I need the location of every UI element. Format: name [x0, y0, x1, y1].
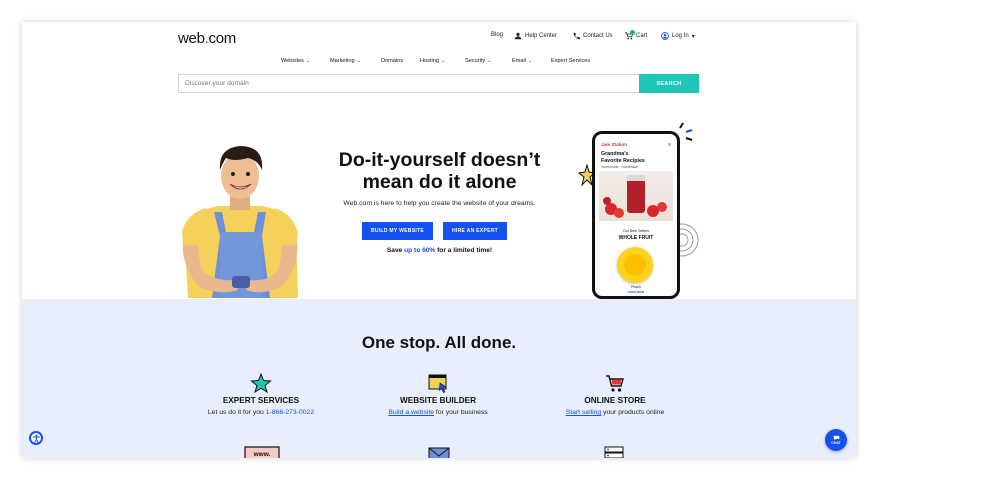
- feature-desc-prefix: Let us do it for you: [207, 409, 266, 416]
- accessibility-icon: [32, 434, 40, 443]
- nav-websites[interactable]: Websites ⌄: [281, 58, 310, 64]
- phone-recipe-title: Grandma's Favorite Recipies: [601, 151, 645, 164]
- phone-icon: [573, 32, 580, 40]
- hero-title-line2: mean do it alone: [362, 171, 517, 193]
- shopping-cart-icon: [606, 375, 624, 392]
- cart-label: Cart: [636, 33, 648, 39]
- chat-label: CHAT: [831, 441, 841, 445]
- build-my-website-button[interactable]: BUILD MY WEBSITE: [362, 222, 433, 240]
- build-a-website-link[interactable]: Build a website: [388, 409, 434, 416]
- cart-badge: [630, 30, 635, 35]
- contact-us-label: Contact Us: [583, 33, 613, 39]
- person-icon: [514, 32, 522, 40]
- peach-image: [617, 247, 653, 283]
- user-circle-icon: [661, 32, 669, 40]
- svg-text:www.: www.: [253, 451, 271, 458]
- feature-title: WEBSITE BUILDER: [400, 396, 476, 405]
- envelope-icon: [428, 447, 450, 458]
- nav-label: Security: [465, 58, 486, 64]
- blog-link[interactable]: Blog: [491, 32, 503, 38]
- phone-best-sellers: Our Best Sellers: [622, 229, 650, 233]
- contact-us-link[interactable]: Contact Us: [572, 32, 613, 40]
- concentric-circles-icon: [680, 223, 699, 257]
- feature-desc-suffix: for your business: [434, 409, 488, 416]
- feature-website-builder: WEBSITE BUILDER Build a website for your…: [343, 373, 533, 416]
- feature-description: Start selling your products online: [520, 409, 710, 416]
- hero-title-line1: Do-it-yourself doesn’t: [338, 149, 541, 171]
- domain-search-input[interactable]: [178, 74, 639, 93]
- feature-description: Build a website for your business: [343, 409, 533, 416]
- hamburger-icon: ≡: [668, 142, 671, 148]
- features-section: One stop. All done. EXPERT SERVICES Let …: [22, 299, 856, 458]
- feature-title: EXPERT SERVICES: [222, 396, 300, 405]
- browser-page: web.com Blog Help Center Contact Us Cart…: [22, 22, 856, 458]
- start-selling-link[interactable]: Start selling: [566, 409, 602, 416]
- phone-recipe-sub: Homemade · Handmade: [601, 165, 639, 169]
- promo-accent: up to 60%: [404, 247, 436, 254]
- nav-security[interactable]: Security ⌄: [465, 58, 491, 64]
- nav-label: Hosting: [420, 58, 439, 64]
- domain-search: SEARCH: [178, 74, 699, 93]
- nav-hosting[interactable]: Hosting ⌄: [420, 58, 445, 64]
- phone-recipe-line2: Favorite Recipies: [601, 157, 645, 164]
- server-icon: [604, 446, 624, 458]
- chevron-down-icon: ⌄: [487, 58, 492, 64]
- chat-button[interactable]: CHAT: [825, 429, 847, 451]
- promo-suffix: for a limited time!: [435, 247, 493, 254]
- logo[interactable]: web.com: [178, 30, 236, 47]
- promo-text: Save up to 60% for a limited time!: [302, 247, 577, 254]
- hero-title: Do-it-yourself doesn’t mean do it alone: [302, 149, 577, 193]
- log-in-menu[interactable]: Log In ▾: [661, 32, 695, 40]
- log-in-label: Log In: [672, 33, 689, 39]
- chevron-down-icon: ⌄: [356, 58, 361, 64]
- feature-description: Let us do it for you 1-866-273-0022: [166, 409, 356, 416]
- nav-label: Domains: [381, 58, 404, 64]
- browser-window-icon: [428, 374, 447, 393]
- phone-product-title: WHOLE FRUIT: [618, 235, 654, 241]
- features-title: One stop. All done.: [361, 333, 517, 352]
- jam-jar-image: [599, 171, 673, 221]
- logo-suffix: com: [208, 30, 237, 47]
- nav-email[interactable]: Email ⌄: [512, 58, 532, 64]
- help-center-label: Help Center: [525, 33, 558, 39]
- promo-prefix: Save: [386, 247, 405, 254]
- feature-desc-suffix: your products online: [601, 409, 665, 416]
- help-center-link[interactable]: Help Center: [514, 32, 557, 40]
- nav-expert-services[interactable]: Expert Services: [551, 58, 590, 64]
- feature-online-store: ONLINE STORE Start selling your products…: [520, 373, 710, 416]
- logo-text: web: [178, 30, 205, 47]
- chevron-down-icon: ⌄: [440, 58, 446, 64]
- phone-mockup: Jam Station ≡ Grandma's Favorite Recipie…: [592, 131, 680, 299]
- feature-expert-services: EXPERT SERVICES Let us do it for you 1-8…: [166, 373, 356, 416]
- nav-marketing[interactable]: Marketing ⌄: [330, 58, 361, 64]
- accessibility-button[interactable]: [29, 431, 43, 445]
- nav-label: Expert Services: [551, 58, 591, 64]
- phone-brand: Jam Station: [601, 142, 628, 147]
- hire-an-expert-button[interactable]: HIRE AN EXPERT: [443, 222, 507, 240]
- hero-person-image: [182, 146, 298, 298]
- nav-label: Email: [512, 58, 526, 64]
- phone-number-link[interactable]: 1-866-273-0022: [266, 409, 314, 416]
- chevron-down-icon: ▾: [691, 33, 695, 40]
- chevron-down-icon: ⌄: [528, 58, 533, 64]
- nav-label: Marketing: [330, 58, 355, 64]
- feature-title: ONLINE STORE: [584, 396, 646, 405]
- nav-domains[interactable]: Domains: [381, 58, 403, 64]
- blog-label: Blog: [491, 32, 504, 38]
- search-button[interactable]: SEARCH: [639, 74, 699, 93]
- www-icon: www.: [244, 446, 280, 458]
- phone-shop-now: SHOP NOW: [627, 290, 645, 294]
- star-icon: [250, 373, 272, 393]
- hero-subtitle: Web.com is here to help you create the w…: [343, 200, 536, 207]
- phone-product-name: Peach: [630, 285, 642, 289]
- chevron-down-icon: ⌄: [305, 58, 311, 64]
- cart-link[interactable]: Cart: [625, 32, 647, 40]
- nav-label: Websites: [281, 58, 304, 64]
